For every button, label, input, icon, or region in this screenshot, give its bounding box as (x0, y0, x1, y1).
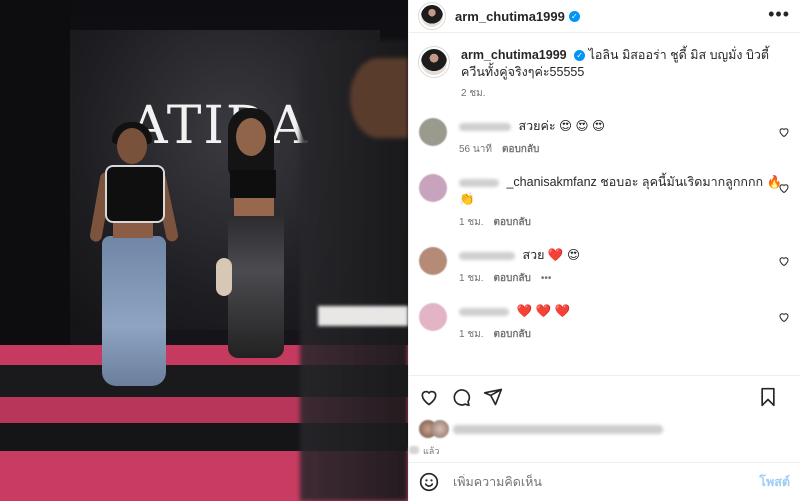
caption-author-avatar[interactable] (418, 46, 450, 78)
brand-logo: ATIDA (130, 96, 310, 156)
author-avatar[interactable] (418, 2, 446, 30)
post-date-suffix: แล้ว (423, 446, 440, 456)
reply-button[interactable]: ตอบกลับ (494, 217, 531, 228)
model-left-top (105, 165, 165, 223)
post-side-panel: arm_chutima1999 ✓ ••• arm_chutima1999 ✓ … (408, 0, 800, 501)
author-username[interactable]: arm_chutima1999 (455, 9, 565, 24)
commenter-avatar[interactable] (419, 303, 447, 331)
post-dialog: ATIDA arm_chutima1999 ✓ ••• arm_chutima1… (0, 0, 800, 501)
comment-time: 56 นาที (459, 144, 492, 155)
post-comment-button[interactable]: โพสต์ (759, 472, 790, 492)
model-center-head (236, 118, 266, 156)
commenter-avatar[interactable] (419, 247, 447, 275)
post-caption: arm_chutima1999 ✓ ไอลิน มิสออร่า ชูดี้ ม… (418, 33, 790, 102)
stage-wall (0, 0, 70, 345)
likes-text-blurred[interactable] (453, 425, 663, 434)
commenter-avatar[interactable] (419, 118, 447, 146)
model-center-jeans (228, 212, 284, 358)
verified-badge-icon: ✓ (568, 10, 580, 22)
commenter-username-blurred[interactable] (459, 178, 499, 187)
caption-time: 2 ชม. (461, 88, 486, 99)
post-date-blurred (409, 446, 419, 454)
like-comment-heart-icon[interactable] (778, 182, 790, 194)
save-bookmark-icon[interactable] (758, 387, 778, 407)
commenter-username-blurred[interactable] (459, 122, 511, 131)
comment-text: _chanisakmfanz ชอบอะ ลุคนี้มันเริดมากลูก… (459, 175, 783, 206)
reply-button[interactable]: ตอบกลับ (502, 144, 539, 155)
liker-avatar[interactable] (431, 420, 449, 438)
like-heart-icon[interactable] (419, 387, 439, 407)
model-center-waist (234, 198, 274, 216)
model-foreground-head (350, 58, 408, 138)
comment-more-options[interactable]: ••• (541, 273, 552, 284)
like-comment-heart-icon[interactable] (778, 126, 790, 138)
likes-summary: แล้ว (409, 418, 800, 462)
comment-item: _chanisakmfanz ชอบอะ ลุคนี้มันเริดมากลูก… (419, 174, 790, 231)
model-left-jeans (102, 236, 166, 386)
post-photo[interactable]: ATIDA (0, 0, 408, 501)
comment-text: สวย ❤️ 😍 (522, 248, 580, 262)
comment-time: 1 ชม. (459, 329, 484, 340)
comment-item: สวยค่ะ 😍 😍 😍 56 นาที ตอบกลับ (419, 118, 790, 158)
comment-bubble-icon[interactable] (451, 387, 471, 407)
comment-text: สวยค่ะ 😍 😍 😍 (518, 119, 606, 133)
model-left-head (117, 128, 147, 164)
post-header: arm_chutima1999 ✓ ••• (409, 0, 800, 33)
like-comment-heart-icon[interactable] (778, 311, 790, 323)
post-actions-bar (409, 375, 800, 418)
commenter-username-blurred[interactable] (459, 307, 509, 316)
emoji-icon[interactable] (419, 472, 439, 492)
model-center-top (230, 170, 276, 198)
model-center-bag (216, 258, 232, 296)
comment-composer: โพสต์ (409, 462, 800, 501)
comment-time: 1 ชม. (459, 273, 484, 284)
comment-input[interactable] (451, 474, 745, 490)
comment-item: สวย ❤️ 😍 1 ชม. ตอบกลับ ••• (419, 247, 790, 287)
share-paper-plane-icon[interactable] (483, 387, 503, 407)
commenter-avatar[interactable] (419, 174, 447, 202)
reply-button[interactable]: ตอบกลับ (494, 329, 531, 340)
caption-username[interactable]: arm_chutima1999 (461, 48, 567, 62)
comment-text: ❤️ ❤️ ❤️ (516, 304, 571, 318)
comment-time: 1 ชม. (459, 217, 484, 228)
model-foreground-waistband (318, 306, 408, 326)
comments-list[interactable]: arm_chutima1999 ✓ ไอลิน มิสออร่า ชูดี้ ม… (409, 33, 800, 375)
like-comment-heart-icon[interactable] (778, 255, 790, 267)
verified-badge-icon: ✓ (574, 50, 586, 61)
commenter-username-blurred[interactable] (459, 251, 515, 260)
more-options-icon[interactable]: ••• (768, 4, 790, 25)
reply-button[interactable]: ตอบกลับ (494, 273, 531, 284)
comment-item: ❤️ ❤️ ❤️ 1 ชม. ตอบกลับ (419, 303, 790, 343)
